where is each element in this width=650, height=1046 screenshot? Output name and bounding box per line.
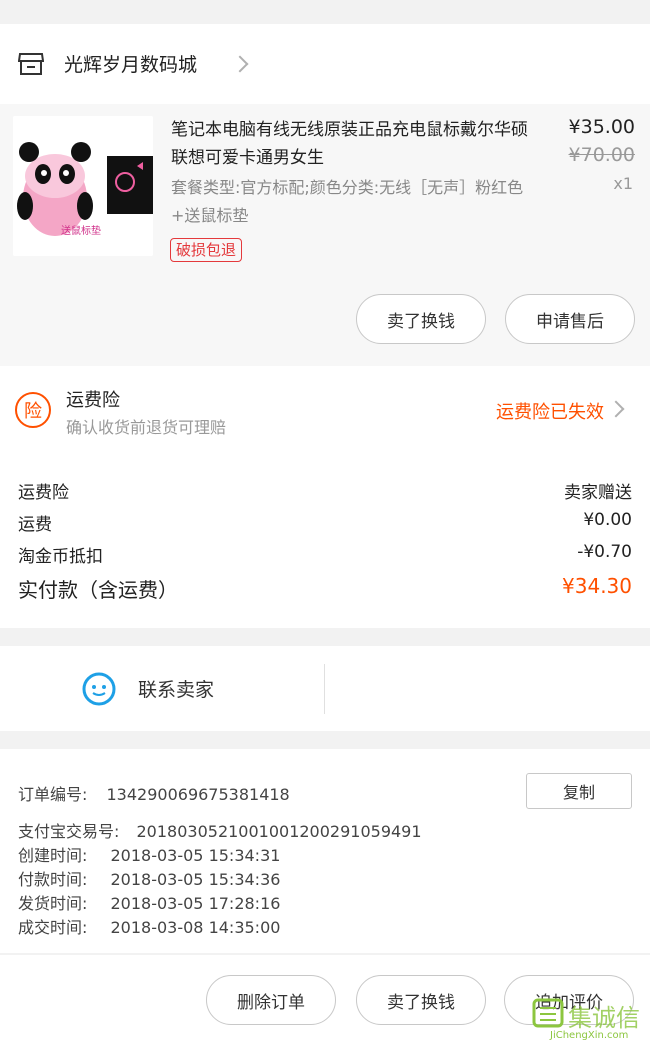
created-label: 创建时间: [18,846,88,865]
fee-summary: 运费险 卖家赠送 运费 ¥0.00 淘金币抵扣 -¥0.70 实付款（含运费） … [0,456,650,628]
paid-label: 付款时间: [18,870,88,889]
action-bar: 删除订单 卖了换钱 追加评价 [0,955,650,1046]
sell-for-cash-button[interactable]: 卖了换钱 [356,294,486,344]
fee-row-shipping: 运费 ¥0.00 [18,510,632,535]
delete-order-button[interactable]: 删除订单 [206,975,336,1025]
created-time: 2018-03-05 15:34:31 [110,846,281,865]
insurance-subtitle: 确认收货前退货可理赔 [66,418,227,437]
paid-time: 2018-03-05 15:34:36 [110,870,281,889]
completed-line: 成交时间: 2018-03-08 14:35:00 [18,914,280,938]
chevron-right-icon [231,55,249,73]
add-review-button[interactable]: 追加评价 [504,975,634,1025]
fee-label: 运费险 [18,483,69,503]
shipping-insurance-row[interactable]: 险 运费险 确认收货前退货可理赔 运费险已失效 [0,366,650,456]
insurance-icon: 险 [15,392,51,428]
total-value: ¥34.30 [562,574,632,598]
total-label: 实付款（含运费） [18,578,178,602]
shop-name: 光辉岁月数码城 [64,54,198,76]
insurance-title: 运费险 [66,390,120,411]
alipay-label: 支付宝交易号: [18,822,120,841]
shop-icon [18,53,44,75]
sell-for-cash-button[interactable]: 卖了换钱 [356,975,486,1025]
chevron-right-icon [607,400,625,418]
shipped-time: 2018-03-05 17:28:16 [110,894,281,913]
shop-header[interactable]: 光辉岁月数码城 [0,24,650,104]
product-price: ¥35.00 [568,116,635,138]
product-sku: 套餐类型:官方标配;颜色分类:无线［无声］粉红色+送鼠标垫 [171,178,524,225]
divider [324,664,325,714]
return-badge: 破损包退 [170,238,243,262]
apply-after-sale-button[interactable]: 申请售后 [505,294,635,344]
thumbnail-caption: 送鼠标垫 [61,226,101,237]
completed-time: 2018-03-08 14:35:00 [110,918,281,937]
fee-label: 运费 [18,515,52,535]
completed-label: 成交时间: [18,918,88,937]
order-number-label: 订单编号: [18,785,88,804]
shipped-label: 发货时间: [18,894,88,913]
product-quantity: x1 [613,174,633,193]
fee-value: -¥0.70 [577,542,632,562]
fee-value: 卖家赠送 [564,483,632,503]
contact-bar: 联系卖家 [0,646,650,731]
product-title[interactable]: 笔记本电脑有线无线原装正品充电鼠标戴尔华硕联想可爱卡通男女生 [171,116,536,172]
fee-row-total: 实付款（含运费） ¥34.30 [18,574,632,603]
contact-seller-button[interactable]: 联系卖家 [138,675,214,702]
alipay-line: 支付宝交易号: 2018030521001001200291059491 [18,818,422,842]
insurance-status: 运费险已失效 [496,402,604,423]
order-info: 订单编号: 134290069675381418 复制 支付宝交易号: 2018… [0,749,650,953]
paid-line: 付款时间: 2018-03-05 15:34:36 [18,866,280,890]
fee-label: 淘金币抵扣 [18,547,103,567]
order-number-line: 订单编号: 134290069675381418 [18,781,290,805]
product-card[interactable]: 送鼠标垫 笔记本电脑有线无线原装正品充电鼠标戴尔华硕联想可爱卡通男女生 套餐类型… [0,104,650,366]
fee-row-insurance: 运费险 卖家赠送 [18,478,632,503]
chat-icon [82,672,116,706]
order-number: 134290069675381418 [106,785,290,804]
fee-value: ¥0.00 [583,510,632,530]
shipped-line: 发货时间: 2018-03-05 17:28:16 [18,890,280,914]
product-original-price: ¥70.00 [568,144,635,166]
created-line: 创建时间: 2018-03-05 15:34:31 [18,842,280,866]
copy-button[interactable]: 复制 [526,773,632,809]
fee-row-coin-deduction: 淘金币抵扣 -¥0.70 [18,542,632,567]
alipay-number: 2018030521001001200291059491 [136,822,422,841]
product-thumbnail[interactable]: 送鼠标垫 [13,116,153,256]
